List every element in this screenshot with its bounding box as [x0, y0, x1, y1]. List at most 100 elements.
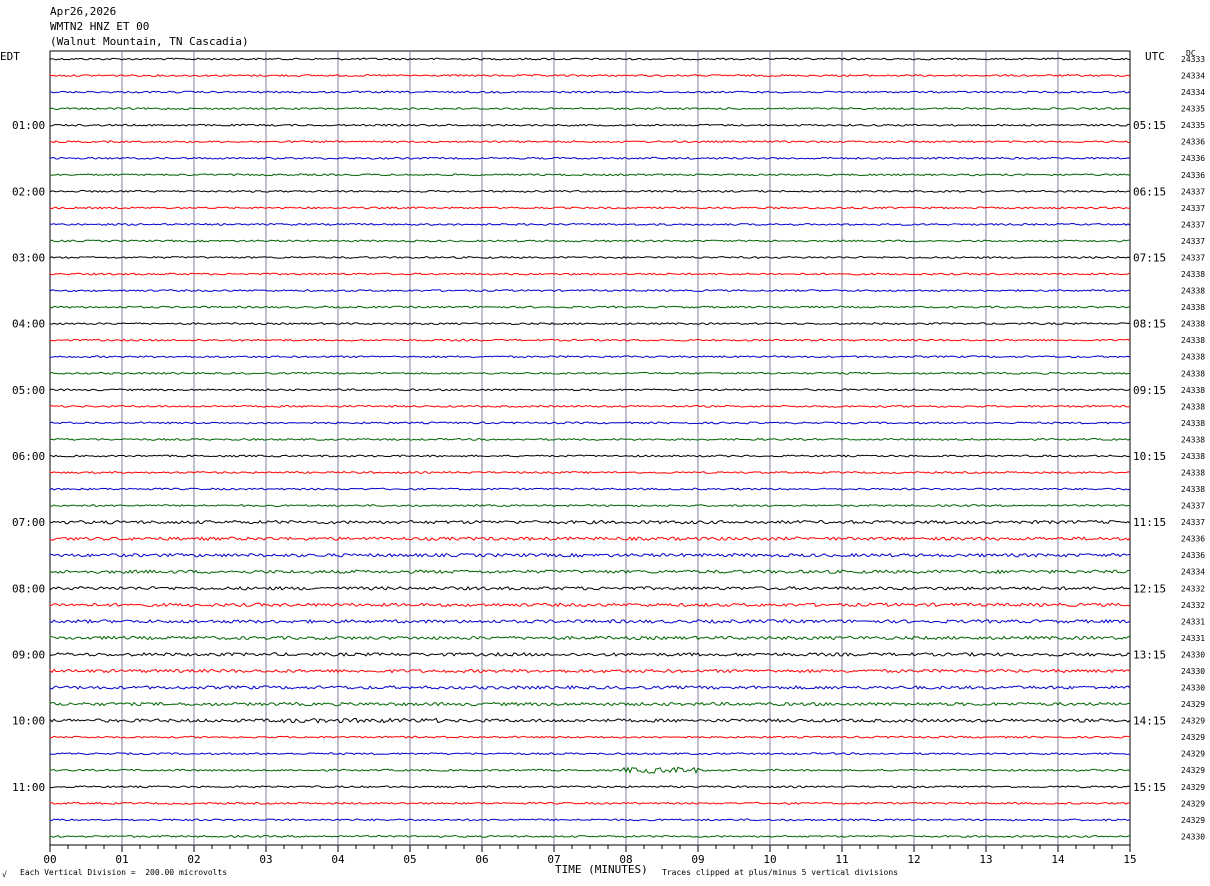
dc-value-label: 24338: [1181, 303, 1205, 312]
edt-hour-label: 10:00: [12, 715, 45, 728]
trace-line: [49, 437, 1131, 441]
trace-line: [49, 536, 1131, 542]
dc-value-label: 24329: [1181, 700, 1205, 709]
dc-value-label: 24329: [1181, 816, 1205, 825]
dc-value-label: 24338: [1181, 336, 1205, 345]
edt-hour-label: 11:00: [12, 781, 45, 794]
x-tick-label: 14: [1051, 853, 1065, 866]
utc-hour-label: 13:15: [1133, 648, 1166, 661]
edt-hour-label: 06:00: [12, 450, 45, 463]
trace-line: [49, 107, 1131, 111]
dc-value-label: 24338: [1181, 469, 1205, 478]
dc-value-label: 24330: [1181, 832, 1205, 841]
dc-value-label: 24337: [1181, 204, 1205, 213]
trace-line: [49, 189, 1131, 193]
trace-line: [49, 685, 1131, 691]
trace-line: [49, 421, 1131, 425]
edt-hour-label: 07:00: [12, 516, 45, 529]
x-tick-label: 03: [259, 853, 272, 866]
x-tick-label: 11: [835, 853, 848, 866]
trace-line: [49, 717, 1131, 724]
dc-value-label: 24338: [1181, 353, 1205, 362]
x-tick-label: 00: [43, 853, 56, 866]
dc-value-label: 24331: [1181, 634, 1205, 643]
corner-mark: √: [2, 870, 7, 879]
dc-value-label: 24337: [1181, 220, 1205, 229]
trace-line: [49, 618, 1131, 624]
dc-value-label: 24337: [1181, 518, 1205, 527]
trace-line: [49, 123, 1131, 127]
edt-hour-label: 04:00: [12, 318, 45, 331]
dc-value-label: 24329: [1181, 717, 1205, 726]
dc-value-label: 24336: [1181, 171, 1205, 180]
dc-value-label: 24335: [1181, 121, 1205, 130]
utc-hour-label: 06:15: [1133, 185, 1166, 198]
trace-line: [49, 140, 1131, 144]
trace-line: [49, 322, 1131, 326]
edt-hour-label: 03:00: [12, 251, 45, 264]
dc-value-label: 24338: [1181, 402, 1205, 411]
trace-line: [49, 519, 1131, 525]
x-tick-label: 06: [475, 853, 488, 866]
trace-line: [49, 766, 1131, 775]
x-tick-label: 02: [187, 853, 200, 866]
dc-value-label: 24329: [1181, 783, 1205, 792]
dc-value-label: 24337: [1181, 237, 1205, 246]
trace-line: [49, 785, 1131, 789]
dc-value-label: 24337: [1181, 187, 1205, 196]
x-axis-title: TIME (MINUTES): [555, 863, 648, 876]
dc-value-label: 24332: [1181, 584, 1205, 593]
dc-value-label: 24329: [1181, 799, 1205, 808]
dc-value-label: 24334: [1181, 72, 1205, 81]
trace-line: [49, 454, 1131, 458]
dc-value-label: 24336: [1181, 535, 1205, 544]
trace-line: [49, 255, 1131, 260]
trace-line: [49, 338, 1131, 342]
dc-value-label: 24338: [1181, 386, 1205, 395]
trace-line: [49, 552, 1131, 558]
trace-line: [49, 569, 1131, 575]
trace-line: [49, 668, 1131, 674]
dc-value-label: 24338: [1181, 452, 1205, 461]
edt-hour-label: 05:00: [12, 384, 45, 397]
utc-hour-label: 05:15: [1133, 119, 1166, 132]
trace-line: [49, 371, 1131, 375]
dc-value-label: 24336: [1181, 551, 1205, 560]
trace-line: [49, 635, 1131, 641]
dc-value-label: 24336: [1181, 138, 1205, 147]
utc-hour-label: 10:15: [1133, 450, 1166, 463]
dc-value-label: 24338: [1181, 369, 1205, 378]
utc-hour-label: 09:15: [1133, 384, 1166, 397]
trace-line: [49, 834, 1131, 838]
dc-value-label: 24338: [1181, 287, 1205, 296]
trace-line: [49, 701, 1131, 707]
seismogram-plot: 01:00 02:00 03:00 04:00 05:00 06:00 07:00 08:00…: [12, 50, 1205, 866]
dc-value-label: 24334: [1181, 88, 1205, 97]
x-tick-label: 09: [691, 853, 704, 866]
utc-hour-label: 14:15: [1133, 715, 1166, 728]
utc-hour-label: 12:15: [1133, 582, 1166, 595]
x-tick-label: 01: [115, 853, 128, 866]
trace-line: [49, 206, 1130, 210]
dc-value-label: 24338: [1181, 485, 1205, 494]
trace-line: [49, 470, 1131, 475]
utc-hour-label: 08:15: [1133, 318, 1166, 331]
dc-value-label: 24329: [1181, 750, 1205, 759]
trace-line: [49, 404, 1131, 408]
edt-hour-label: 09:00: [12, 648, 45, 661]
dc-value-label: 24333: [1181, 55, 1205, 64]
x-tick-label: 04: [331, 853, 345, 866]
trace-line: [49, 173, 1131, 177]
x-tick-label: 15: [1123, 853, 1136, 866]
trace-line: [49, 487, 1131, 491]
trace-line: [49, 801, 1130, 805]
utc-hour-label: 07:15: [1133, 251, 1166, 264]
dc-value-label: 24338: [1181, 435, 1205, 444]
dc-value-label: 24337: [1181, 253, 1205, 262]
trace-line: [49, 735, 1130, 739]
trace-line: [49, 239, 1131, 243]
dc-value-label: 24330: [1181, 650, 1205, 659]
trace-line: [49, 818, 1131, 822]
dc-value-label: 24331: [1181, 617, 1205, 626]
dc-value-label: 24336: [1181, 154, 1205, 163]
